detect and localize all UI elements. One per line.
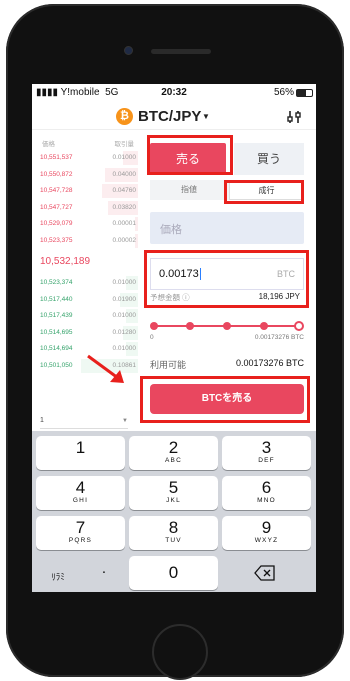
battery-icon bbox=[296, 89, 313, 97]
front-camera bbox=[124, 46, 133, 55]
slider-step[interactable] bbox=[186, 322, 194, 330]
home-button[interactable] bbox=[152, 624, 208, 680]
key-5[interactable]: 5 JKL bbox=[129, 476, 218, 510]
key-9[interactable]: 9 WXYZ bbox=[222, 516, 311, 550]
chevron-down-icon[interactable]: ▼ bbox=[202, 112, 210, 121]
bitcoin-icon: ₿ bbox=[116, 108, 133, 125]
highlight-box-sell-tab bbox=[147, 135, 233, 175]
price-group-select[interactable]: 1 ▼ bbox=[40, 417, 128, 429]
key-1[interactable]: 1 bbox=[36, 436, 125, 470]
last-price: 10,532,189 bbox=[40, 256, 91, 267]
status-bar: ▮▮▮▮ Y!mobile 5G 20:32 56% bbox=[32, 84, 316, 102]
key-special[interactable]: ﾘﾗﾐ bbox=[36, 556, 80, 590]
earpiece-speaker bbox=[151, 49, 211, 54]
ask-row[interactable]: 10,551,537 0.01000 bbox=[40, 150, 138, 167]
key-2[interactable]: 2 ABC bbox=[129, 436, 218, 470]
key-7[interactable]: 7 PQRS bbox=[36, 516, 125, 550]
bid-row[interactable]: 10,517,440 0.01900 bbox=[40, 292, 138, 309]
backspace-icon bbox=[254, 565, 275, 581]
chevron-down-icon: ▼ bbox=[122, 418, 128, 424]
app-header: ₿ BTC/JPY ▼ bbox=[32, 102, 316, 130]
slider-step[interactable] bbox=[260, 322, 268, 330]
bid-row[interactable]: 10,523,374 0.01000 bbox=[40, 275, 138, 292]
bid-row[interactable]: 10,517,439 0.01000 bbox=[40, 308, 138, 325]
ask-row[interactable]: 10,529,079 0.00001 bbox=[40, 216, 138, 233]
ask-row[interactable]: 10,547,727 0.03820 bbox=[40, 200, 138, 217]
key-dot[interactable]: . bbox=[82, 556, 126, 590]
price-input[interactable]: 価格 bbox=[150, 212, 304, 244]
amount-slider[interactable]: 0 0.00173276 BTC bbox=[150, 320, 304, 342]
slider-step[interactable] bbox=[223, 322, 231, 330]
highlight-box-market bbox=[224, 180, 304, 204]
key-0[interactable]: 0 bbox=[129, 556, 218, 590]
order-book-header: 価格 取引量 bbox=[42, 141, 134, 148]
key-backspace[interactable] bbox=[222, 556, 311, 590]
slider-handle[interactable] bbox=[294, 321, 304, 331]
limit-order-option[interactable]: 指値 bbox=[150, 180, 228, 200]
bid-row[interactable]: 10,514,695 0.01280 bbox=[40, 325, 138, 342]
key-4[interactable]: 4 GHI bbox=[36, 476, 125, 510]
key-8[interactable]: 8 TUV bbox=[129, 516, 218, 550]
red-arrow-icon bbox=[87, 354, 124, 383]
highlight-box-quantity bbox=[144, 250, 309, 308]
ask-row[interactable]: 10,547,728 0.04760 bbox=[40, 183, 138, 200]
ask-row[interactable]: 10,550,872 0.04000 bbox=[40, 167, 138, 184]
settings-icon[interactable] bbox=[286, 109, 302, 125]
highlight-box-submit bbox=[140, 376, 310, 423]
app-screen: ▮▮▮▮ Y!mobile 5G 20:32 56% ₿ BTC/JPY ▼ 価… bbox=[32, 84, 316, 592]
pair-selector[interactable]: BTC/JPY bbox=[138, 108, 201, 125]
key-3[interactable]: 3 DEF bbox=[222, 436, 311, 470]
ask-list: 10,551,537 0.01000 10,550,872 0.04000 10,5… bbox=[40, 150, 138, 249]
key-6[interactable]: 6 MNO bbox=[222, 476, 311, 510]
battery-percent: 56% bbox=[273, 87, 294, 98]
slider-step[interactable] bbox=[150, 322, 158, 330]
tab-buy[interactable]: 買う bbox=[234, 143, 304, 175]
ask-row[interactable]: 10,523,375 0.00002 bbox=[40, 233, 138, 250]
numeric-keyboard: 1 2 ABC 3 DEF 4 GHI 5 JKL 6 MNO 7 PQRS 8 TUV 9W… bbox=[32, 431, 316, 592]
available-balance: 利用可能 0.00173276 BTC bbox=[150, 358, 304, 370]
